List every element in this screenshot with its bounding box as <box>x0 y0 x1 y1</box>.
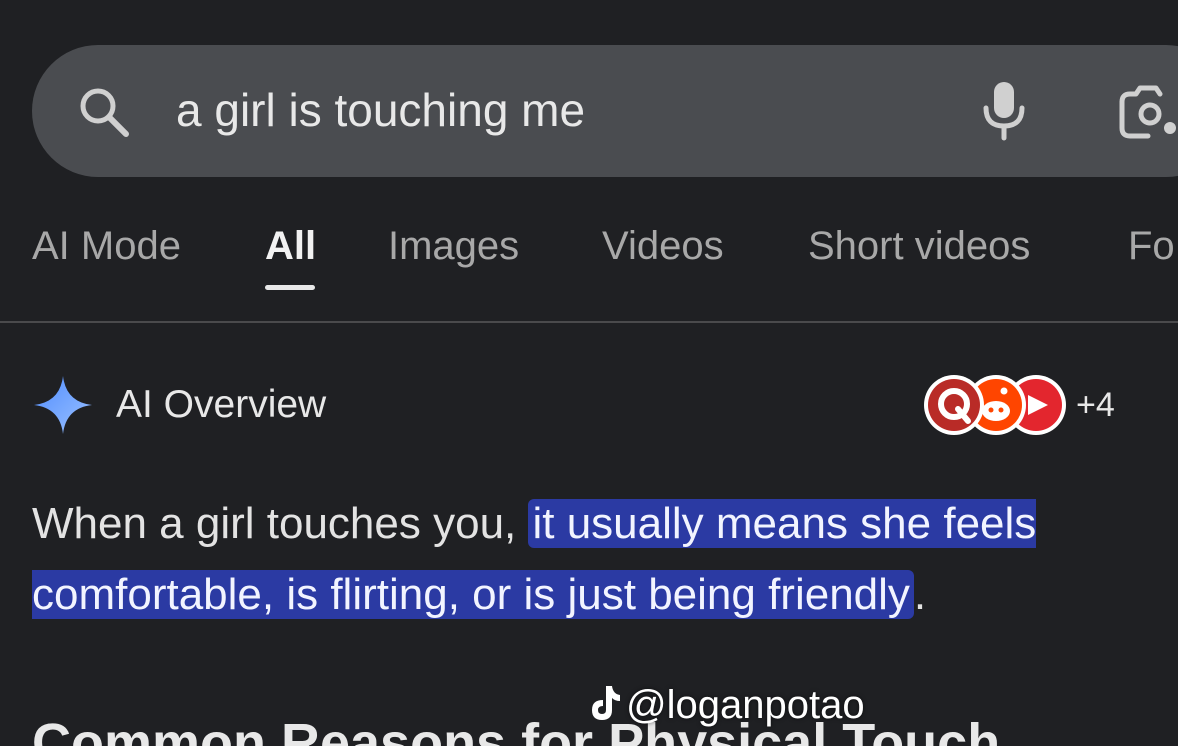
search-tabs: AI Mode All Images Videos Short videos F… <box>0 220 1178 320</box>
tab-all[interactable]: All <box>265 220 316 272</box>
answer-end: . <box>913 570 927 619</box>
tab-images[interactable]: Images <box>388 220 519 272</box>
quora-source-icon[interactable] <box>924 375 984 435</box>
active-tab-indicator <box>265 285 315 290</box>
camera-icon[interactable] <box>1118 84 1178 140</box>
mic-icon[interactable] <box>980 78 1028 142</box>
source-count[interactable]: +4 <box>1076 384 1115 426</box>
search-input[interactable]: a girl is touching me <box>176 80 585 140</box>
watermark: @loganpotao <box>588 680 865 730</box>
tab-ai-mode[interactable]: AI Mode <box>32 220 181 272</box>
watermark-handle: @loganpotao <box>626 683 865 727</box>
tabs-divider <box>0 321 1178 323</box>
ai-overview-title: AI Overview <box>116 383 327 426</box>
tab-forums[interactable]: Fo <box>1128 220 1175 272</box>
sparkle-icon <box>34 376 92 434</box>
tiktok-icon <box>592 686 620 720</box>
ai-overview-answer: When a girl touches you, it usually mean… <box>32 488 1172 630</box>
search-icon[interactable] <box>76 84 132 140</box>
tab-videos[interactable]: Videos <box>602 220 724 272</box>
source-icons[interactable] <box>920 373 1070 437</box>
answer-text: When a girl touches you, <box>32 499 529 548</box>
tab-short-videos[interactable]: Short videos <box>808 220 1030 272</box>
